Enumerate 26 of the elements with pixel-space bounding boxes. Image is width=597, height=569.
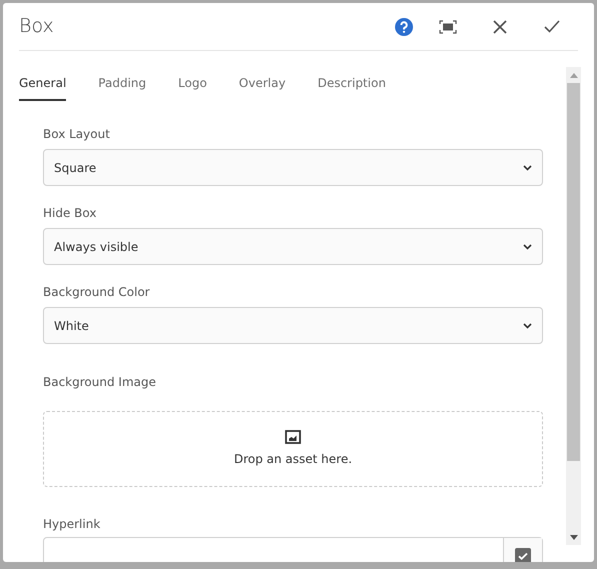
tab[interactable]: Logo: [178, 67, 207, 101]
chevron-down-icon: [523, 322, 532, 328]
field-label: Background Image: [43, 374, 157, 390]
asset-drop-zone[interactable]: Drop an asset here.: [43, 411, 543, 487]
scrollbar[interactable]: [566, 67, 581, 545]
help-icon: [395, 18, 413, 36]
tab[interactable]: Padding: [98, 67, 146, 101]
field-label: Background Color: [43, 284, 151, 300]
chevron-down-icon: [523, 244, 532, 250]
drop-hint: Drop an asset here.: [234, 451, 352, 468]
dialog-title: Box: [19, 14, 54, 40]
tab[interactable]: General: [19, 67, 66, 101]
checkmark-icon: [544, 20, 560, 33]
checkbox-icon: [515, 548, 531, 562]
chevron-down-icon: [523, 164, 532, 170]
select-field[interactable]: Always visible: [43, 228, 543, 265]
field-label: Box Layout: [43, 126, 111, 142]
fullscreen-icon: [439, 20, 457, 34]
field-label: Hide Box: [43, 205, 98, 221]
close-icon: [493, 20, 507, 34]
image-icon: [285, 430, 301, 444]
field-label: Hyperlink: [43, 516, 102, 532]
select-field[interactable]: White: [43, 307, 543, 344]
tab[interactable]: Overlay: [238, 67, 286, 101]
tab[interactable]: Description: [318, 67, 386, 101]
select-field[interactable]: Square: [43, 149, 543, 186]
